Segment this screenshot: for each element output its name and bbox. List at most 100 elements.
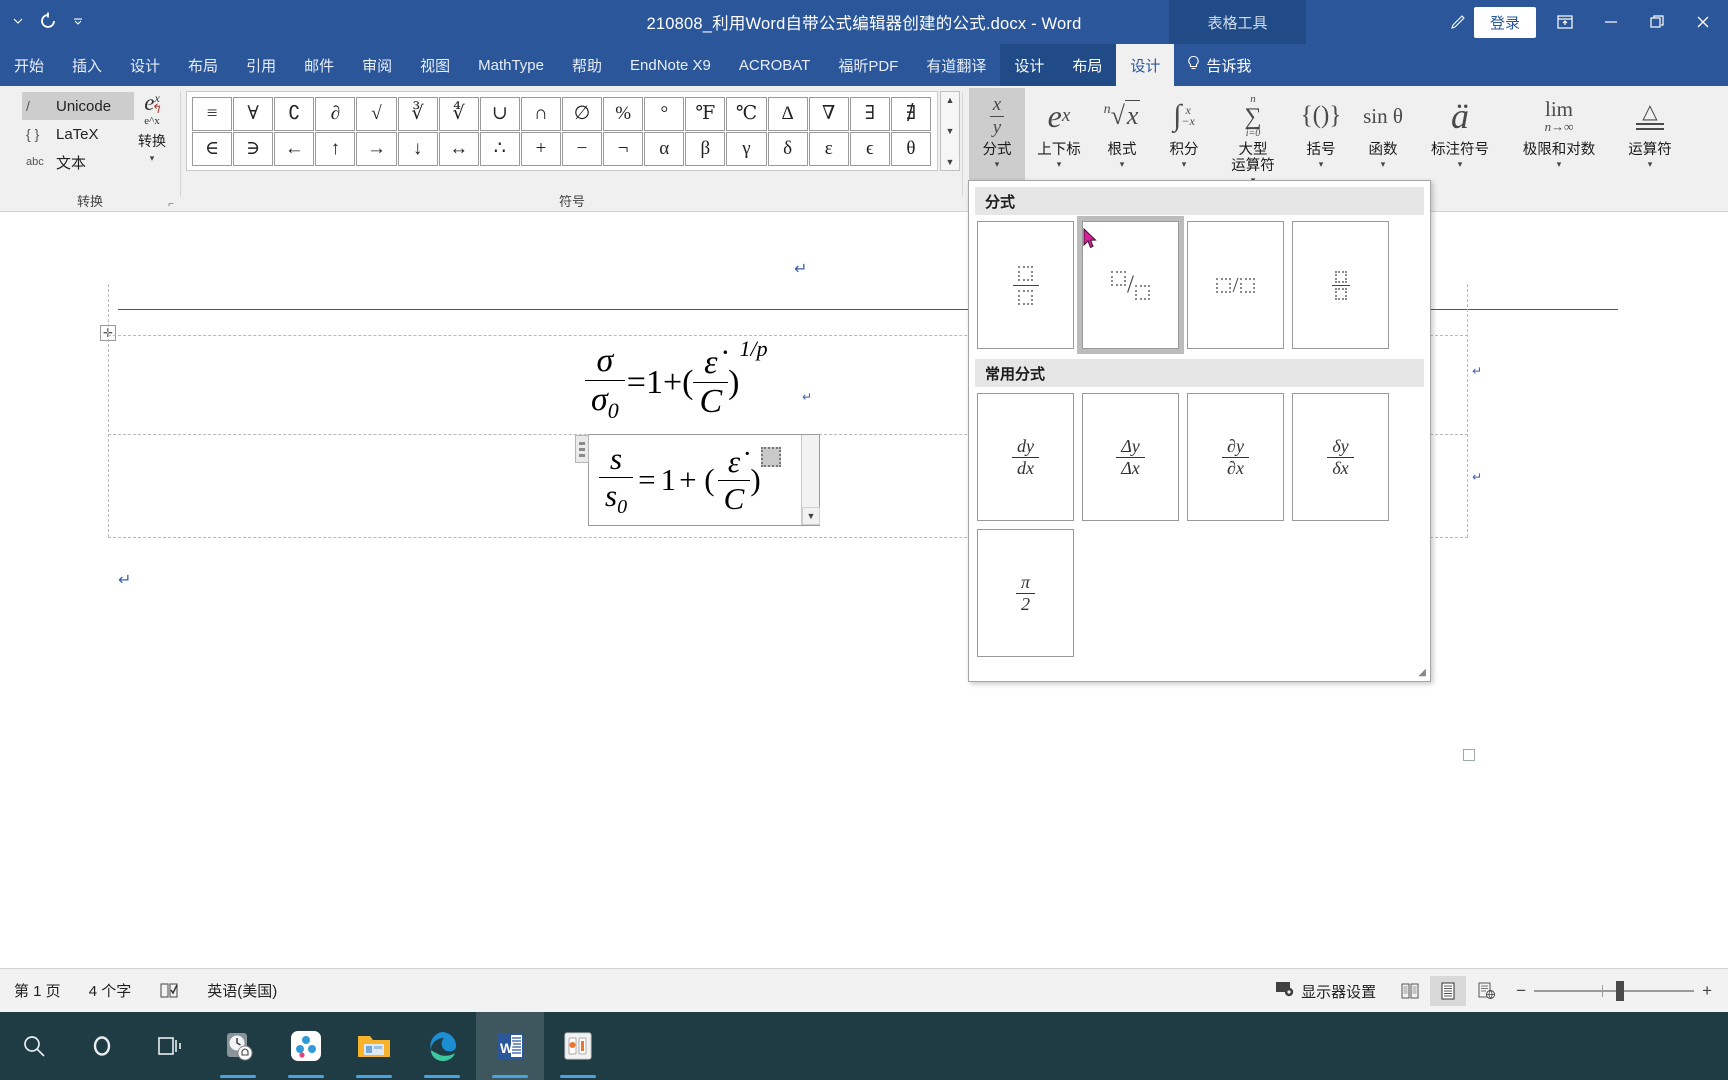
gallery-item-dy-dx[interactable]: dy dx [977, 393, 1074, 521]
zoom-in-button[interactable]: + [1702, 981, 1712, 1001]
taskbar-edge-icon[interactable] [408, 1012, 476, 1080]
symbol-cell[interactable]: ¬ [603, 131, 644, 166]
taskbar-alarms-icon[interactable] [204, 1012, 272, 1080]
status-language[interactable]: 英语(美国) [193, 980, 291, 1001]
zoom-track[interactable] [1534, 981, 1695, 1001]
symbol-cell[interactable]: √ [356, 96, 397, 131]
symbol-cell[interactable]: ϵ [849, 131, 890, 166]
symbols-scroll-down-icon[interactable]: ▼ [946, 125, 955, 137]
tab-review[interactable]: 审阅 [348, 44, 406, 86]
tab-equation-design[interactable]: 设计 [1116, 44, 1175, 86]
conversion-latex[interactable]: { } LaTeX [22, 120, 134, 148]
taskbar-snipping-tool-icon[interactable] [544, 1012, 612, 1080]
structure-function[interactable]: sin θ 函数 ▾ [1352, 88, 1414, 184]
symbol-cell[interactable]: ↑ [315, 131, 356, 166]
ink-pen-icon[interactable] [1442, 0, 1474, 44]
zoom-out-button[interactable]: − [1516, 981, 1526, 1001]
symbol-cell[interactable]: ∅ [561, 96, 603, 131]
structure-script-caret-icon[interactable]: ▾ [1028, 159, 1090, 170]
autosave-caret-icon[interactable] [4, 6, 32, 36]
tell-me-box[interactable]: 告诉我 [1174, 44, 1263, 86]
structure-function-caret-icon[interactable]: ▾ [1352, 159, 1414, 170]
structure-large-operator[interactable]: n ∑ i=0 大型 运算符 ▾ [1216, 88, 1290, 185]
structure-integral-caret-icon[interactable]: ▾ [1154, 159, 1214, 170]
status-page-info[interactable]: 第 1 页 [0, 980, 75, 1001]
conversion-text[interactable]: abc 文本 [22, 148, 134, 176]
fraction-gallery-dropdown[interactable]: 分式 / / 常用分式 dy dx Δy Δx ∂y ∂x δy δx π 2 … [968, 180, 1431, 682]
status-word-count[interactable]: 4 个字 [75, 980, 146, 1001]
symbol-cell[interactable]: % [603, 96, 644, 131]
structure-bracket-caret-icon[interactable]: ▾ [1292, 159, 1350, 170]
structure-fraction-caret-icon[interactable]: ▾ [969, 159, 1025, 170]
symbol-cell[interactable]: ∄ [890, 96, 931, 131]
tab-insert[interactable]: 插入 [58, 44, 116, 86]
tab-endnote[interactable]: EndNote X9 [616, 44, 725, 86]
tab-mailings[interactable]: 邮件 [290, 44, 348, 86]
symbol-cell[interactable]: ∈ [192, 131, 233, 166]
view-web-layout[interactable] [1468, 976, 1504, 1006]
structure-integral[interactable]: ∫ x −x 积分 ▾ [1154, 88, 1214, 184]
undo-icon[interactable] [34, 6, 62, 36]
tab-design[interactable]: 设计 [116, 44, 174, 86]
symbol-cell[interactable]: ≡ [192, 96, 233, 131]
customize-qat-caret-icon[interactable] [64, 6, 92, 36]
taskbar-app-icon-blue[interactable] [272, 1012, 340, 1080]
symbols-more-icon[interactable]: ▼ [946, 156, 955, 168]
minimize-button[interactable] [1588, 0, 1634, 44]
tab-acrobat[interactable]: ACROBAT [725, 44, 824, 86]
symbol-cell[interactable]: ℃ [726, 96, 767, 131]
equation-1[interactable]: σ σ0 =1+( ε̇ C ) 1/p [585, 336, 768, 424]
tab-foxitpdf[interactable]: 福昕PDF [824, 44, 912, 86]
conversion-unicode[interactable]: / Unicode [22, 92, 134, 120]
symbol-cell[interactable]: ∀ [233, 96, 274, 131]
structure-bracket[interactable]: {()} 括号 ▾ [1292, 88, 1350, 184]
structure-radical[interactable]: n √x 根式 ▾ [1092, 88, 1152, 184]
tab-view[interactable]: 视图 [406, 44, 464, 86]
structure-operator[interactable]: △ 运算符 ▾ [1614, 88, 1686, 184]
tab-table-design[interactable]: 设计 [1000, 44, 1058, 86]
symbol-cell[interactable]: ∪ [479, 96, 520, 131]
symbol-cell[interactable]: Δ [767, 96, 808, 131]
document-canvas[interactable]: ↵ ✛ ↵ ↵ ↵ ↵ σ σ0 =1+( ε̇ C) 1/p s s0 = … [0, 212, 1728, 968]
symbol-cell[interactable]: → [356, 131, 397, 166]
structure-limit-log[interactable]: lim n→∞ 极限和对数 ▾ [1506, 88, 1612, 184]
zoom-slider[interactable]: − + [1506, 981, 1722, 1001]
tab-mathtype[interactable]: MathType [464, 44, 558, 86]
symbols-scrollbar[interactable]: ▲ ▼ ▼ [940, 91, 960, 171]
symbol-cell[interactable]: ↓ [397, 131, 438, 166]
structure-accent-caret-icon[interactable]: ▾ [1416, 159, 1504, 170]
gallery-item-partial-y-partial-x[interactable]: ∂y ∂x [1187, 393, 1284, 521]
taskbar-task-view-icon[interactable] [136, 1012, 204, 1080]
sign-in-button[interactable]: 登录 [1473, 6, 1536, 38]
taskbar-search-icon[interactable] [0, 1012, 68, 1080]
view-read-mode[interactable] [1392, 976, 1428, 1006]
equation-2-edit-box[interactable]: s s0 = 1 + ( ε̇ C ) ▼ [575, 434, 820, 526]
zoom-thumb[interactable] [1616, 981, 1625, 1001]
gallery-resize-grip-icon[interactable]: ◢ [1418, 667, 1426, 678]
tab-youdao[interactable]: 有道翻译 [912, 44, 1000, 86]
symbol-cell[interactable]: γ [726, 131, 767, 166]
symbol-cell[interactable]: ∩ [520, 96, 561, 131]
equation-2-placeholder-box[interactable] [760, 447, 781, 467]
display-settings-button[interactable]: 显示器设置 [1261, 980, 1390, 1002]
conversion-dialog-launcher-icon[interactable]: ⌐ [168, 199, 174, 210]
symbol-cell[interactable]: ℉ [685, 96, 726, 131]
symbol-cell[interactable]: ∋ [233, 131, 274, 166]
symbol-cell[interactable]: + [520, 131, 561, 166]
gallery-item-delta-y-delta-x[interactable]: Δy Δx [1082, 393, 1179, 521]
tab-home[interactable]: 开始 [0, 44, 58, 86]
symbol-cell[interactable]: δ [767, 131, 808, 166]
gallery-item-small-fraction[interactable] [1292, 221, 1389, 349]
symbol-cell[interactable]: ∁ [274, 96, 315, 131]
symbol-cell[interactable]: ∴ [479, 131, 520, 166]
restore-button[interactable] [1634, 0, 1680, 44]
symbols-scroll-up-icon[interactable]: ▲ [946, 94, 955, 106]
structure-operator-caret-icon[interactable]: ▾ [1614, 159, 1686, 170]
symbol-cell[interactable]: ∂ [315, 96, 356, 131]
equation-box-scrollbar[interactable]: ▼ [801, 435, 820, 525]
taskbar-word-icon[interactable]: W [476, 1012, 544, 1080]
structure-radical-caret-icon[interactable]: ▾ [1092, 159, 1152, 170]
symbol-cell[interactable]: ε [808, 131, 849, 166]
symbol-cell[interactable]: ∇ [808, 96, 849, 131]
proofing-icon[interactable] [145, 982, 193, 1000]
